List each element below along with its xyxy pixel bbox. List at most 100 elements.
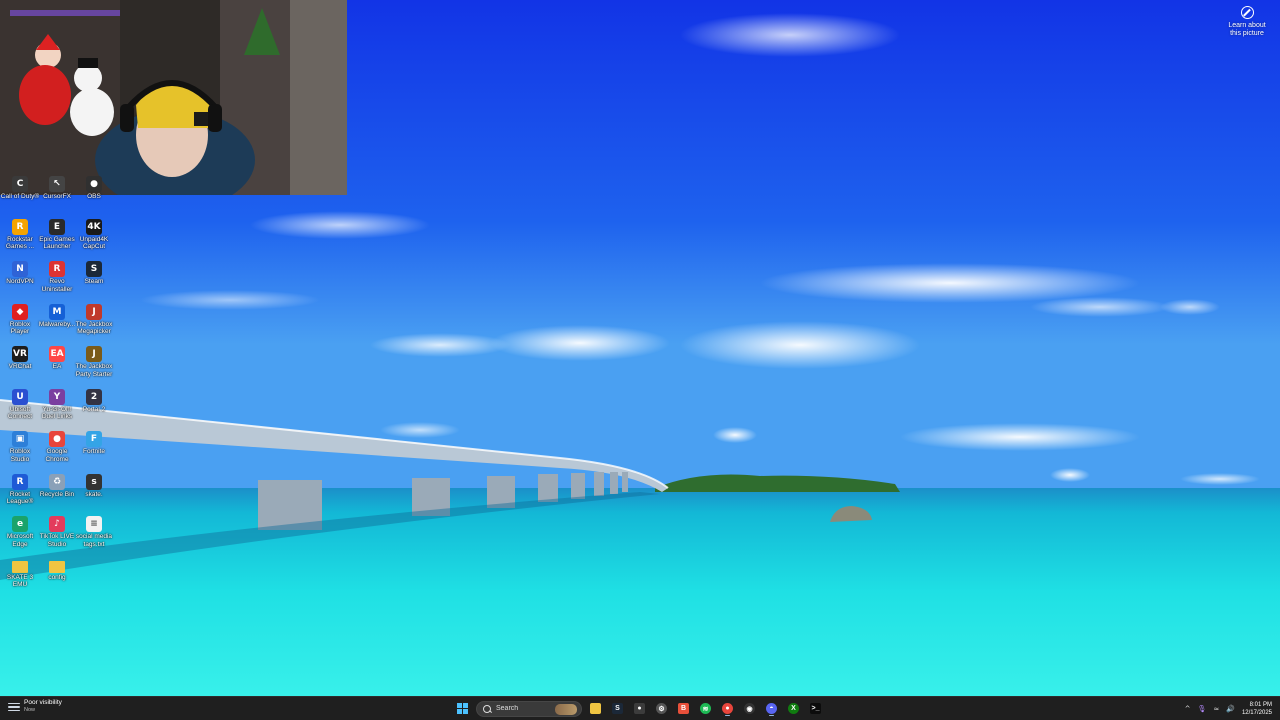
desktop-icon-obs[interactable]: ● OBS [74,176,114,201]
weather-widget[interactable]: Poor visibility Now [8,699,62,714]
epic-icon: E [49,218,65,235]
obs-icon: ● [634,703,645,714]
taskbar-app-spotify[interactable]: ≋ [697,700,714,717]
desktop-icon-revo[interactable]: R Revo Uninstaller [37,261,77,293]
steam-icon: S [86,261,102,277]
desktop-icon-rocket-league[interactable]: R Rocket League® [0,473,40,506]
desktop-icon-label: EA [52,363,62,370]
desktop-icon-label: Portal 2 [82,405,106,413]
terminal-icon: >_ [810,703,821,714]
jackbox-icon: J [86,346,102,362]
taskbar-app-brave[interactable]: B [675,700,692,717]
ubisoft-icon: U [12,388,28,405]
desktop-icon-edge[interactable]: e Microsoft Edge [0,516,40,548]
desktop-icon-ubisoft[interactable]: U Ubisoft Connect [0,388,40,421]
desktop-icon-ea[interactable]: EA EA [37,346,77,371]
desktop-icon-label: The Jackbox Party Starter [75,363,113,378]
fortnite-icon: F [86,431,102,447]
chrome-icon: ● [49,431,65,447]
windows-icon [457,703,468,714]
desktop-icon-yugioh[interactable]: Y Yu-Gi-Oh! Duel Links [37,388,77,421]
desktop-icon-skate[interactable]: s skate. [74,473,114,499]
desktop-icon-epic[interactable]: E Epic Games Launcher [37,218,77,251]
taskbar-app-file-explorer[interactable] [587,700,604,717]
obs-icon: ● [86,176,102,192]
desktop-icon-malwarebytes[interactable]: M Malwareby... [37,303,77,329]
desktop-icon-fortnite[interactable]: F Fortnite [74,431,114,456]
roblox-studio-icon: ▣ [12,431,28,447]
tiktok-icon: ♪ [49,516,65,532]
jackbox-icon: J [86,303,102,320]
desktop-icon-skate3-emu[interactable]: SKATE 3 EMU [0,559,40,589]
desktop-icon-label: OBS [87,193,101,200]
desktop-icon-label: Steam [84,278,104,285]
taskbar-app-chrome[interactable]: ● [719,700,736,717]
desktop-icon-label: Microsoft Edge [6,533,34,548]
taskbar-app-github[interactable]: ◉ [741,700,758,717]
clock-time: 8:01 PM [1249,701,1272,708]
webcam-overlay [0,0,347,195]
running-indicator [769,714,774,716]
show-hidden-icons-chevron-icon[interactable]: ^ [1185,705,1191,713]
desktop-icon-jackbox-mega[interactable]: J The Jackbox Megapicker [74,303,114,336]
learn-about-picture-button[interactable]: Learn about this picture [1222,4,1272,38]
desktop-icon-label: Malwareby... [38,320,76,328]
desktop-icon-steam[interactable]: S Steam [74,261,114,286]
spotify-icon: ≋ [700,703,711,714]
edge-icon: e [12,516,28,532]
desktop-icon-portal2[interactable]: 2 Portal 2 [74,388,114,414]
desktop-icon-tiktok-live[interactable]: ♪ TikTok LIVE Studio [37,516,77,548]
desktop-icon-label: Rockstar Games ... [5,235,35,251]
search-input[interactable] [496,705,556,712]
ea-icon: EA [49,346,65,362]
desktop-icon-roblox-player[interactable]: ◆ Roblox Player [0,303,40,336]
desktop-icon-cursorfx[interactable]: ↖ CursorFX [37,176,77,201]
taskbar-app-discord[interactable]: ◓ [763,700,780,717]
taskbar-search[interactable] [476,700,582,717]
taskbar-app-steam[interactable]: S [609,700,626,717]
search-icon [483,704,491,713]
desktop-icon-label: Roblox Studio [9,448,31,463]
github-icon: ◉ [744,703,755,714]
taskbar-app-terminal[interactable]: >_ [807,700,824,717]
clock[interactable]: 8:01 PM 12/17/2025 [1242,701,1272,717]
desktop-icon-rockstar[interactable]: R Rockstar Games ... [0,218,40,251]
desktop-icon-recycle-bin[interactable]: ♻ Recycle Bin [37,473,77,499]
desktop-icon-label: Rocket League® [6,490,34,506]
desktop-icon-label: Revo Uninstaller [41,278,73,293]
desktop-icon-label: The Jackbox Megapicker [75,320,113,336]
skate-icon: s [86,473,102,490]
weather-subtitle: Now [24,707,36,713]
search-highlight-icon [555,703,577,715]
info-icon [1240,6,1254,19]
folder-icon [12,560,28,573]
desktop-icon-call-of-duty[interactable]: C Call of Duty® [0,176,40,201]
gear-icon: ⚙ [656,703,667,714]
taskbar-app-xbox[interactable]: X [785,700,802,717]
desktop-icon-social-media[interactable]: ≡ social media tags.txt [74,516,114,548]
taskbar-app-obs[interactable]: ● [631,700,648,717]
microphone-icon[interactable]: 🎙 [1197,705,1206,713]
volume-icon[interactable]: 🔊 [1226,705,1235,713]
start-button[interactable] [454,700,471,717]
desktop-icon-label: TikTok LIVE Studio [39,533,75,548]
taskbar-app-settings[interactable]: ⚙ [653,700,670,717]
desktop-icon-chrome[interactable]: ● Google Chrome [37,431,77,463]
desktop-icon-label: CursorFX [43,193,71,200]
desktop-icon-nordvpn[interactable]: N NordVPN [0,261,40,286]
desktop-icon-label: Epic Games Launcher [39,235,75,251]
clock-date: 12/17/2025 [1241,709,1272,716]
desktop-icon-label: VRChat [8,363,32,370]
desktop-icon-capcut[interactable]: 4K Unpaid4K CapCut [74,218,114,251]
desktop-icon-label: Recycle Bin [39,490,75,498]
desktop-icon-label: Yu-Gi-Oh! Duel Links [41,405,73,421]
desktop-icon-jackbox-starter[interactable]: J The Jackbox Party Starter [74,346,114,378]
wifi-icon[interactable]: ≈ [1213,705,1219,713]
folder-icon [590,703,601,714]
rockstar-icon: R [12,218,28,235]
desktop-icon-label: Fortnite [82,448,106,455]
desktop-icon-config[interactable]: config [37,559,77,582]
text-file-icon: ≡ [86,516,102,532]
desktop-icon-vrchat[interactable]: VR VRChat [0,346,40,371]
desktop-icon-roblox-studio[interactable]: ▣ Roblox Studio [0,431,40,463]
